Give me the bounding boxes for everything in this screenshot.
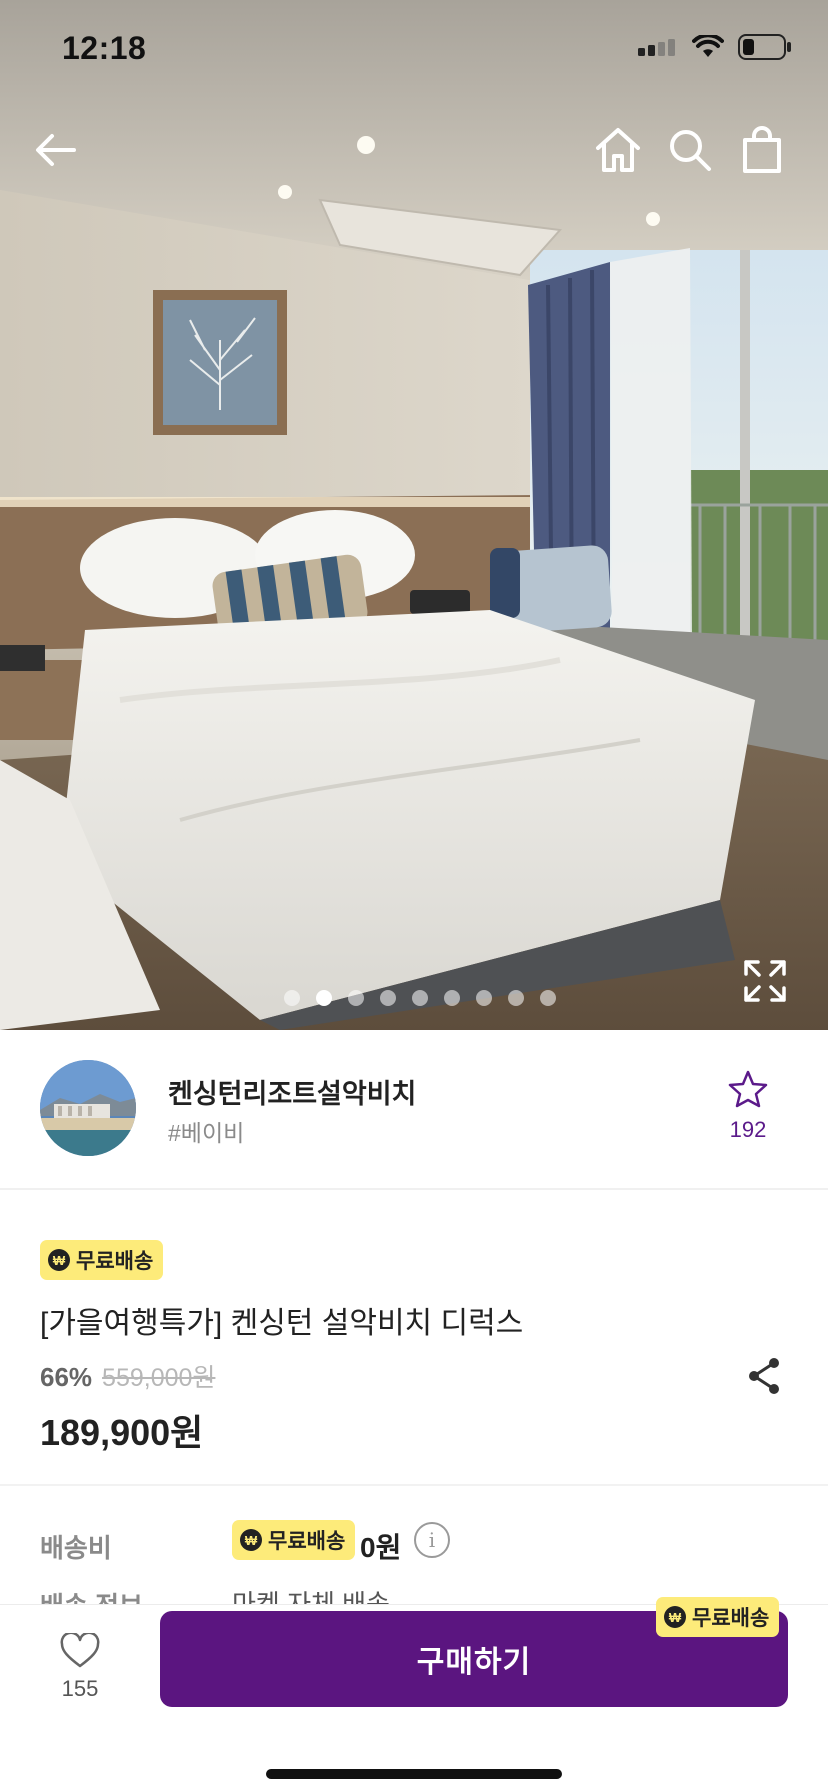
product-info: ₩ 무료배송 [가을여행특가] 켄싱턴 설악비치 디럭스 66% 559,000… — [0, 1190, 828, 1486]
fullscreen-button[interactable] — [742, 958, 788, 1004]
bottom-action-bar: 155 구매하기 ₩ 무료배송 — [0, 1597, 828, 1792]
like-button[interactable]: 155 — [40, 1631, 120, 1702]
carousel-dot[interactable] — [412, 990, 428, 1006]
top-navigation — [0, 110, 828, 190]
free-shipping-badge: ₩ 무료배송 — [40, 1240, 164, 1280]
free-shipping-label: 무료배송 — [692, 1607, 770, 1630]
original-price: 559,000원 — [102, 1364, 216, 1392]
store-favorite-count: 192 — [729, 1117, 767, 1142]
seller-name[interactable]: 켄싱턴리조트설악비치 — [168, 1072, 416, 1111]
wifi-icon — [692, 33, 724, 64]
product-detail-page: 12:18 켄싱턴리조트설악비치 #베이비 192 ₩ 무료배송 [가을여행특가… — [0, 0, 828, 1792]
expand-icon — [744, 960, 786, 1002]
discount-row: 66% 559,000원 — [40, 1358, 215, 1394]
free-shipping-label: 무료배송 — [76, 1250, 154, 1273]
product-image-carousel[interactable]: 12:18 — [0, 0, 828, 1030]
shipping-fee-label: 배송비 — [40, 1533, 112, 1563]
heart-icon — [60, 1631, 100, 1668]
won-coin-icon: ₩ — [664, 1606, 686, 1628]
carousel-indicator[interactable] — [0, 990, 828, 1006]
won-coin-icon: ₩ — [240, 1529, 262, 1551]
home-indicator[interactable] — [266, 1769, 562, 1779]
carousel-dot[interactable] — [444, 990, 460, 1006]
seller-section[interactable]: 켄싱턴리조트설악비치 #베이비 192 — [0, 1030, 828, 1190]
like-count: 155 — [61, 1676, 99, 1701]
shipping-fee-value: 0원 — [360, 1532, 402, 1563]
status-bar: 12:18 — [0, 0, 828, 100]
carousel-dot[interactable] — [284, 990, 300, 1006]
seller-avatar[interactable] — [40, 1060, 136, 1156]
product-title: [가을여행특가] 켄싱턴 설악비치 디럭스 — [40, 1307, 524, 1340]
free-shipping-badge: ₩ 무료배송 — [656, 1597, 780, 1637]
carousel-dot[interactable] — [380, 990, 396, 1006]
home-icon — [596, 128, 640, 172]
seller-tag: #베이비 — [168, 1120, 245, 1146]
free-shipping-label: 무료배송 — [268, 1530, 346, 1553]
free-shipping-badge: ₩ 무료배송 — [232, 1520, 356, 1560]
battery-icon — [738, 34, 792, 65]
arrow-left-icon — [36, 134, 76, 166]
shopping-bag-icon — [743, 126, 781, 173]
cellular-signal-icon — [638, 38, 678, 61]
carousel-dot[interactable] — [348, 990, 364, 1006]
shipping-section: 배송비 ₩ 무료배송 0원 i 배송 정보 마켓 자체 배송 — [0, 1488, 828, 1608]
back-button[interactable] — [30, 124, 82, 176]
carousel-dot-active[interactable] — [316, 990, 332, 1006]
carousel-dot[interactable] — [476, 990, 492, 1006]
follow-store-button[interactable]: 192 — [710, 1070, 786, 1143]
carousel-dot[interactable] — [540, 990, 556, 1006]
search-button[interactable] — [664, 124, 716, 176]
shopping-bag-button[interactable] — [736, 124, 788, 176]
status-icons — [638, 33, 792, 65]
info-icon[interactable]: i — [414, 1522, 450, 1558]
home-button[interactable] — [592, 124, 644, 176]
won-coin-icon: ₩ — [48, 1249, 70, 1271]
share-icon — [749, 1358, 779, 1394]
star-icon — [728, 1070, 768, 1108]
status-time: 12:18 — [62, 30, 147, 66]
carousel-dot[interactable] — [508, 990, 524, 1006]
search-icon — [670, 130, 711, 171]
discount-rate: 66% — [40, 1362, 93, 1392]
seller-avatar-image — [40, 1060, 136, 1156]
share-button[interactable] — [746, 1356, 782, 1396]
final-price: 189,900원 — [40, 1412, 204, 1453]
